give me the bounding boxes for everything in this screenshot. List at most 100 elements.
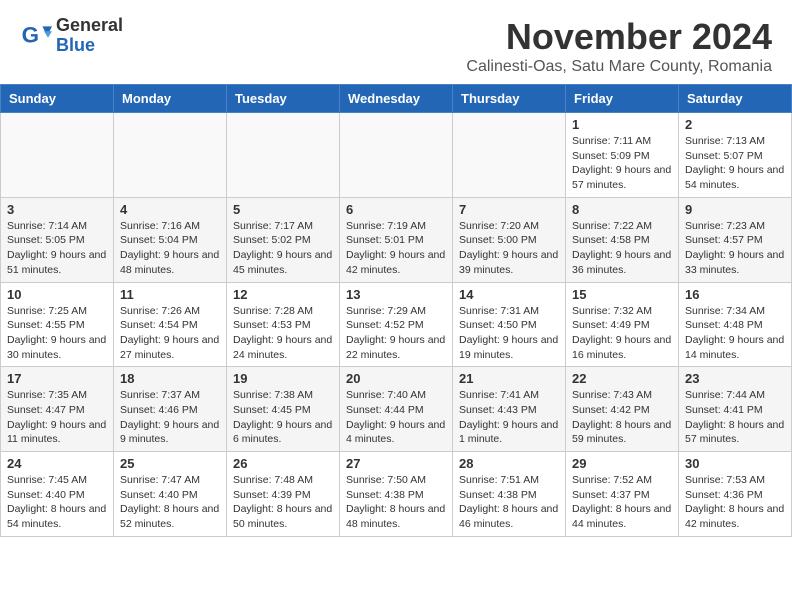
calendar-day-empty [340,113,453,198]
calendar-day-1: 1 Sunrise: 7:11 AM Sunset: 5:09 PM Daylig… [566,113,679,198]
month-title: November 2024 [466,16,772,58]
calendar-day-11: 11 Sunrise: 7:26 AM Sunset: 4:54 PM Dayli… [114,282,227,367]
day-info: Sunrise: 7:52 AM Sunset: 4:37 PM Dayligh… [572,473,672,532]
calendar-body: 1 Sunrise: 7:11 AM Sunset: 5:09 PM Daylig… [1,113,792,537]
day-info: Sunrise: 7:38 AM Sunset: 4:45 PM Dayligh… [233,388,333,447]
day-number: 22 [572,371,672,386]
day-info: Sunrise: 7:19 AM Sunset: 5:01 PM Dayligh… [346,219,446,278]
weekday-header-wednesday: Wednesday [340,85,453,113]
day-info: Sunrise: 7:13 AM Sunset: 5:07 PM Dayligh… [685,134,785,193]
calendar-day-empty [1,113,114,198]
weekday-header-row: SundayMondayTuesdayWednesdayThursdayFrid… [1,85,792,113]
day-info: Sunrise: 7:26 AM Sunset: 4:54 PM Dayligh… [120,304,220,363]
day-number: 3 [7,202,107,217]
day-info: Sunrise: 7:28 AM Sunset: 4:53 PM Dayligh… [233,304,333,363]
calendar-day-4: 4 Sunrise: 7:16 AM Sunset: 5:04 PM Daylig… [114,197,227,282]
calendar-day-8: 8Sunrise: 7:22 AM Sunset: 4:58 PM Daylig… [566,197,679,282]
calendar-day-30: 30Sunrise: 7:53 AM Sunset: 4:36 PM Dayli… [679,452,792,537]
day-info: Sunrise: 7:51 AM Sunset: 4:38 PM Dayligh… [459,473,559,532]
day-info: Sunrise: 7:31 AM Sunset: 4:50 PM Dayligh… [459,304,559,363]
day-number: 19 [233,371,333,386]
weekday-header-thursday: Thursday [453,85,566,113]
calendar-day-28: 28 Sunrise: 7:51 AM Sunset: 4:38 PM Dayli… [453,452,566,537]
logo-text: General Blue [56,16,123,56]
calendar-day-19: 19 Sunrise: 7:38 AM Sunset: 4:45 PM Dayli… [227,367,340,452]
day-number: 18 [120,371,220,386]
day-number: 11 [120,287,220,302]
calendar-week-row: 1 Sunrise: 7:11 AM Sunset: 5:09 PM Daylig… [1,113,792,198]
calendar-week-row: 17 Sunrise: 7:35 AM Sunset: 4:47 PM Dayli… [1,367,792,452]
day-number: 20 [346,371,446,386]
day-number: 6 [346,202,446,217]
day-number: 10 [7,287,107,302]
calendar-day-16: 16 Sunrise: 7:34 AM Sunset: 4:48 PM Dayli… [679,282,792,367]
day-info: Sunrise: 7:43 AM Sunset: 4:42 PM Dayligh… [572,388,672,447]
calendar-day-14: 14 Sunrise: 7:31 AM Sunset: 4:50 PM Dayli… [453,282,566,367]
location: Calinesti-Oas, Satu Mare County, Romania [466,58,772,76]
day-info: Sunrise: 7:14 AM Sunset: 5:05 PM Dayligh… [7,219,107,278]
day-info: Sunrise: 7:37 AM Sunset: 4:46 PM Dayligh… [120,388,220,447]
day-info: Sunrise: 7:47 AM Sunset: 4:40 PM Dayligh… [120,473,220,532]
weekday-header-sunday: Sunday [1,85,114,113]
calendar-day-10: 10Sunrise: 7:25 AM Sunset: 4:55 PM Dayli… [1,282,114,367]
day-number: 21 [459,371,559,386]
day-number: 23 [685,371,785,386]
day-info: Sunrise: 7:11 AM Sunset: 5:09 PM Dayligh… [572,134,672,193]
calendar-day-7: 7 Sunrise: 7:20 AM Sunset: 5:00 PM Daylig… [453,197,566,282]
day-info: Sunrise: 7:32 AM Sunset: 4:49 PM Dayligh… [572,304,672,363]
calendar-week-row: 10Sunrise: 7:25 AM Sunset: 4:55 PM Dayli… [1,282,792,367]
calendar-day-5: 5Sunrise: 7:17 AM Sunset: 5:02 PM Daylig… [227,197,340,282]
day-number: 4 [120,202,220,217]
day-info: Sunrise: 7:48 AM Sunset: 4:39 PM Dayligh… [233,473,333,532]
page-header: G General Blue November 2024 Calinesti-O… [0,0,792,84]
weekday-header-saturday: Saturday [679,85,792,113]
day-info: Sunrise: 7:34 AM Sunset: 4:48 PM Dayligh… [685,304,785,363]
logo-icon: G [20,20,52,52]
calendar-table: SundayMondayTuesdayWednesdayThursdayFrid… [0,84,792,537]
calendar-day-9: 9Sunrise: 7:23 AM Sunset: 4:57 PM Daylig… [679,197,792,282]
day-number: 14 [459,287,559,302]
calendar-day-13: 13Sunrise: 7:29 AM Sunset: 4:52 PM Dayli… [340,282,453,367]
day-number: 24 [7,456,107,471]
calendar-day-29: 29Sunrise: 7:52 AM Sunset: 4:37 PM Dayli… [566,452,679,537]
day-info: Sunrise: 7:44 AM Sunset: 4:41 PM Dayligh… [685,388,785,447]
day-number: 1 [572,117,672,132]
calendar-day-26: 26 Sunrise: 7:48 AM Sunset: 4:39 PM Dayli… [227,452,340,537]
svg-text:G: G [22,22,39,47]
calendar-day-18: 18 Sunrise: 7:37 AM Sunset: 4:46 PM Dayli… [114,367,227,452]
day-info: Sunrise: 7:53 AM Sunset: 4:36 PM Dayligh… [685,473,785,532]
logo: G General Blue [20,16,123,56]
logo-blue: Blue [56,36,123,56]
calendar-week-row: 24Sunrise: 7:45 AM Sunset: 4:40 PM Dayli… [1,452,792,537]
calendar-day-6: 6 Sunrise: 7:19 AM Sunset: 5:01 PM Daylig… [340,197,453,282]
calendar-day-2: 2 Sunrise: 7:13 AM Sunset: 5:07 PM Daylig… [679,113,792,198]
weekday-header-monday: Monday [114,85,227,113]
calendar-day-23: 23 Sunrise: 7:44 AM Sunset: 4:41 PM Dayli… [679,367,792,452]
day-info: Sunrise: 7:40 AM Sunset: 4:44 PM Dayligh… [346,388,446,447]
day-number: 26 [233,456,333,471]
day-number: 16 [685,287,785,302]
day-number: 12 [233,287,333,302]
day-info: Sunrise: 7:16 AM Sunset: 5:04 PM Dayligh… [120,219,220,278]
day-info: Sunrise: 7:35 AM Sunset: 4:47 PM Dayligh… [7,388,107,447]
calendar-day-24: 24Sunrise: 7:45 AM Sunset: 4:40 PM Dayli… [1,452,114,537]
day-number: 15 [572,287,672,302]
title-block: November 2024 Calinesti-Oas, Satu Mare C… [466,16,772,76]
day-number: 28 [459,456,559,471]
logo-general: General [56,16,123,36]
calendar-day-25: 25 Sunrise: 7:47 AM Sunset: 4:40 PM Dayli… [114,452,227,537]
calendar-week-row: 3 Sunrise: 7:14 AM Sunset: 5:05 PM Daylig… [1,197,792,282]
day-number: 25 [120,456,220,471]
calendar-day-15: 15 Sunrise: 7:32 AM Sunset: 4:49 PM Dayli… [566,282,679,367]
calendar-day-17: 17 Sunrise: 7:35 AM Sunset: 4:47 PM Dayli… [1,367,114,452]
weekday-header-friday: Friday [566,85,679,113]
day-number: 17 [7,371,107,386]
day-number: 2 [685,117,785,132]
day-number: 27 [346,456,446,471]
day-info: Sunrise: 7:41 AM Sunset: 4:43 PM Dayligh… [459,388,559,447]
day-number: 7 [459,202,559,217]
calendar-day-empty [453,113,566,198]
day-info: Sunrise: 7:20 AM Sunset: 5:00 PM Dayligh… [459,219,559,278]
calendar-day-12: 12 Sunrise: 7:28 AM Sunset: 4:53 PM Dayli… [227,282,340,367]
calendar-day-27: 27Sunrise: 7:50 AM Sunset: 4:38 PM Dayli… [340,452,453,537]
